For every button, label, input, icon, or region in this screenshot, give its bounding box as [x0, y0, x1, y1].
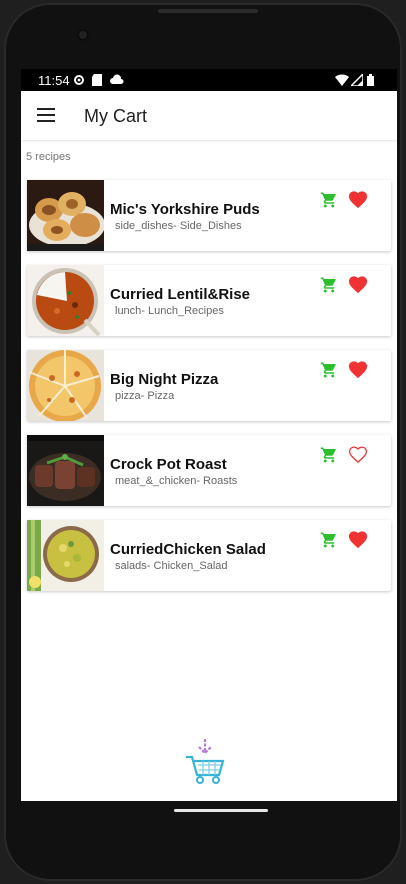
recipes-count: 5 recipes [26, 151, 71, 163]
add-to-cart-icon[interactable] [320, 446, 338, 464]
recipe-card[interactable]: Mic's Yorkshire Puds side_dishes- Side_D… [27, 180, 391, 251]
hamburger-menu-icon[interactable] [37, 108, 55, 122]
recipe-list: Mic's Yorkshire Puds side_dishes- Side_D… [27, 180, 391, 605]
recipe-category: lunch- Lunch_Recipes [115, 305, 224, 317]
cloud-icon [110, 74, 124, 84]
recipe-name: CurriedChicken Salad [110, 541, 266, 558]
favorite-heart-icon[interactable] [347, 529, 369, 549]
screen: 11:54 My Cart 5 recipes Mic's Yorkshire … [21, 69, 397, 801]
recipe-category: salads- Chicken_Salad [115, 560, 228, 572]
recipe-category: meat_&_chicken- Roasts [115, 475, 238, 487]
add-to-cart-icon[interactable] [320, 531, 338, 549]
recipe-category: pizza- Pizza [115, 390, 175, 402]
app-bar: My Cart [21, 91, 397, 141]
wifi-icon [335, 74, 349, 86]
recipe-category: side_dishes- Side_Dishes [115, 220, 242, 232]
front-camera [77, 29, 89, 41]
add-to-cart-icon[interactable] [320, 191, 338, 209]
recipe-name: Curried Lentil&Rise [110, 286, 251, 303]
recipe-image-pizza [27, 350, 104, 421]
phone-frame: 11:54 My Cart 5 recipes Mic's Yorkshire … [4, 3, 402, 881]
sd-card-icon [92, 74, 102, 86]
status-time: 11:54 [38, 73, 70, 88]
favorite-heart-icon[interactable] [347, 359, 369, 379]
home-indicator[interactable] [174, 809, 268, 812]
recipe-card[interactable]: Crock Pot Roast meat_&_chicken- Roasts [27, 435, 391, 506]
favorite-heart-icon[interactable] [347, 189, 369, 209]
recipe-name: Big Night Pizza [110, 371, 219, 388]
add-to-cart-illustration-icon[interactable] [185, 737, 225, 785]
status-bar: 11:54 [21, 69, 397, 91]
recipe-image-curried-lentil [27, 265, 104, 336]
recipe-image-pot-roast [27, 435, 104, 506]
page-title: My Cart [84, 106, 147, 126]
favorite-heart-outline-icon[interactable] [347, 444, 369, 464]
signal-icon [351, 74, 363, 86]
speaker-grille [158, 9, 258, 13]
recipe-card[interactable]: Curried Lentil&Rise lunch- Lunch_Recipes [27, 265, 391, 336]
recipe-card[interactable]: CurriedChicken Salad salads- Chicken_Sal… [27, 520, 391, 591]
recipe-image-yorkshire-puds [27, 180, 104, 251]
recipe-image-chicken-salad [27, 520, 104, 591]
add-to-cart-icon[interactable] [320, 361, 338, 379]
settings-gear-icon [74, 75, 84, 85]
recipe-card[interactable]: Big Night Pizza pizza- Pizza [27, 350, 391, 421]
battery-icon [367, 74, 374, 86]
favorite-heart-icon[interactable] [347, 274, 369, 294]
recipe-name: Mic's Yorkshire Puds [110, 201, 260, 218]
recipe-name: Crock Pot Roast [110, 456, 227, 473]
add-to-cart-icon[interactable] [320, 276, 338, 294]
